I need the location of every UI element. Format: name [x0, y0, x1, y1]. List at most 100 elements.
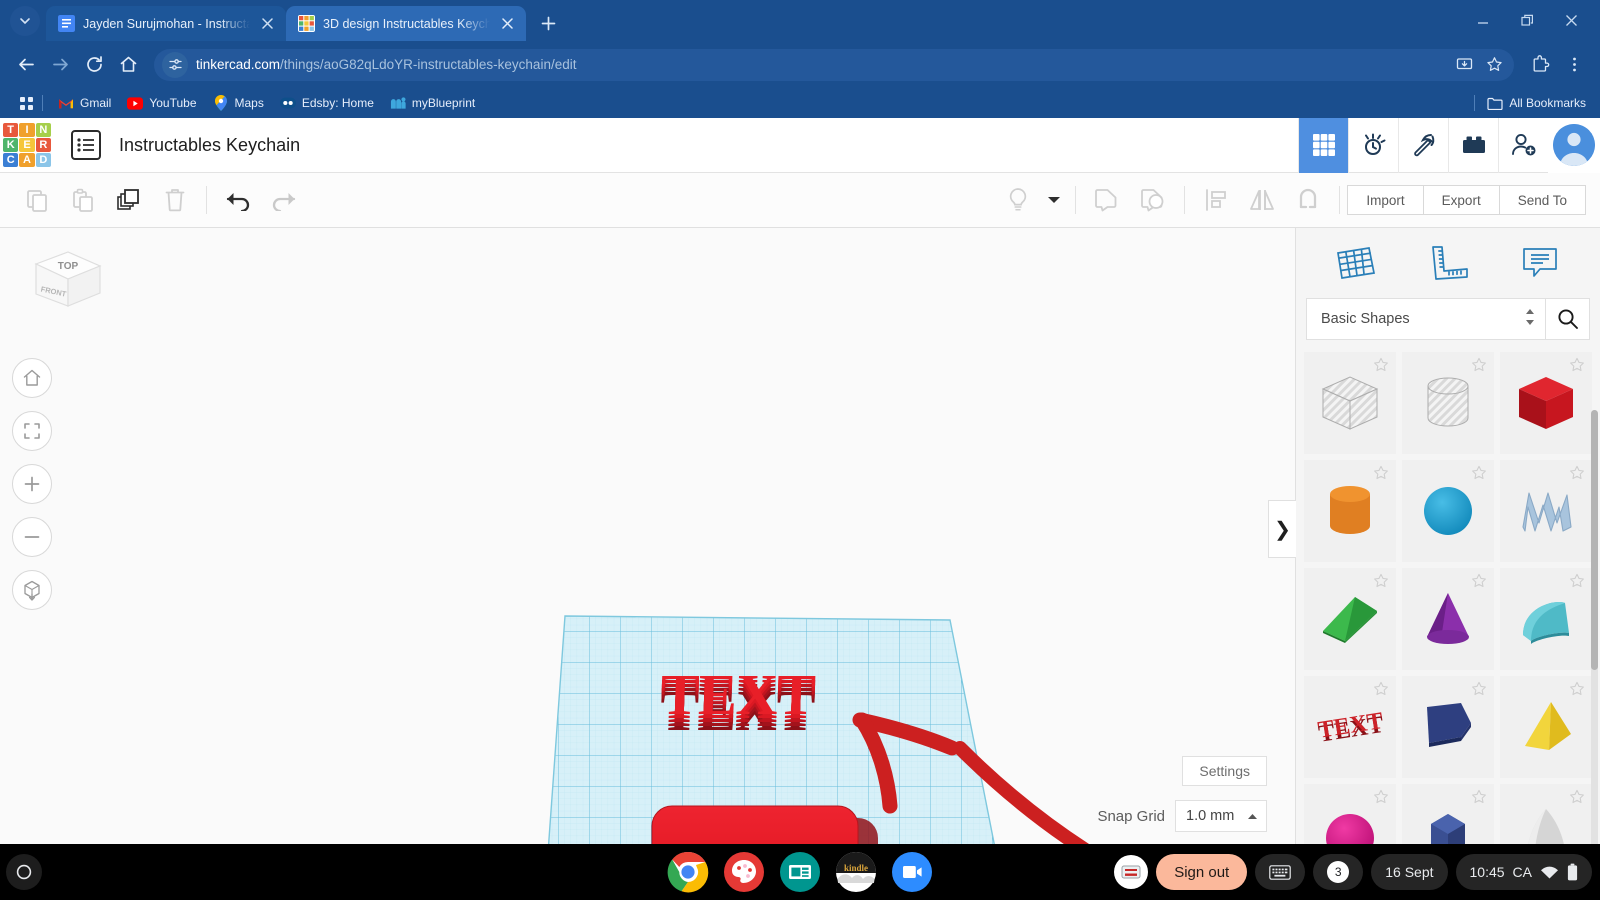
ruler-tool-icon[interactable] — [1418, 238, 1478, 288]
mirror-icon[interactable] — [1239, 180, 1285, 220]
kindle-icon[interactable]: kindle — [835, 851, 877, 893]
favorite-star-icon[interactable] — [1373, 465, 1389, 486]
extensions-icon[interactable] — [1524, 49, 1556, 81]
bookmark-star-icon[interactable] — [1480, 51, 1508, 79]
favorite-star-icon[interactable] — [1569, 465, 1585, 486]
paste-icon[interactable] — [60, 180, 106, 220]
forward-icon[interactable] — [44, 49, 76, 81]
shape-text-red[interactable]: TEXT TEXT — [1304, 676, 1396, 778]
shape-prism-blue[interactable] — [1402, 784, 1494, 852]
launcher-icon[interactable] — [6, 854, 42, 890]
sign-out-button[interactable]: Sign out — [1156, 854, 1247, 890]
shape-sphere-magenta[interactable] — [1304, 784, 1396, 852]
shape-cone-purple[interactable] — [1402, 568, 1494, 670]
shape-category-select[interactable]: Basic Shapes — [1306, 298, 1546, 340]
send-to-button[interactable]: Send To — [1499, 185, 1586, 215]
page-title[interactable]: Instructables Keychain — [119, 135, 300, 156]
undo-icon[interactable] — [215, 180, 261, 220]
magnet-icon[interactable] — [1285, 180, 1331, 220]
redo-icon[interactable] — [261, 180, 307, 220]
favorite-star-icon[interactable] — [1569, 573, 1585, 594]
shape-pyramid-yellow[interactable] — [1500, 676, 1592, 778]
pickaxe-icon[interactable] — [1398, 118, 1448, 173]
avatar[interactable] — [1548, 118, 1600, 173]
copy-icon[interactable] — [14, 180, 60, 220]
lightbulb-icon[interactable] — [995, 180, 1041, 220]
3d-canvas[interactable]: TOP FRONT — [0, 228, 1295, 844]
keyboard-icon[interactable] — [1255, 854, 1305, 890]
snap-grid-select[interactable]: 1.0 mm — [1175, 800, 1267, 832]
site-settings-icon[interactable] — [162, 52, 188, 78]
add-person-icon[interactable] — [1498, 118, 1548, 173]
tinkercad-logo[interactable]: T I N K E R C A D — [3, 123, 51, 167]
codeblocks-icon[interactable] — [1348, 118, 1398, 173]
bookmark-gmail[interactable]: Gmail — [51, 91, 118, 115]
workplane-tool-icon[interactable] — [1326, 238, 1386, 288]
lego-brick-icon[interactable] — [1448, 118, 1498, 173]
home-icon[interactable] — [112, 49, 144, 81]
note-tool-icon[interactable] — [1510, 238, 1570, 288]
close-icon[interactable] — [1550, 6, 1592, 34]
date-display[interactable]: 16 Sept — [1371, 854, 1447, 890]
apps-grid-icon[interactable] — [18, 95, 34, 111]
project-menu-icon[interactable] — [71, 130, 101, 160]
trash-icon[interactable] — [152, 180, 198, 220]
shape-box-hole[interactable] — [1304, 352, 1396, 454]
bookmark-maps[interactable]: Maps — [206, 91, 271, 115]
shape-polygon-navy[interactable] — [1402, 676, 1494, 778]
import-button[interactable]: Import — [1347, 185, 1423, 215]
zoom-icon[interactable] — [891, 851, 933, 893]
shape-scribble[interactable] — [1500, 460, 1592, 562]
favorite-star-icon[interactable] — [1471, 465, 1487, 486]
favorite-star-icon[interactable] — [1569, 789, 1585, 810]
panel-scrollbar[interactable] — [1591, 410, 1598, 880]
favorite-star-icon[interactable] — [1569, 681, 1585, 702]
chevron-down-icon[interactable] — [1041, 180, 1067, 220]
favorite-star-icon[interactable] — [1569, 357, 1585, 378]
user-account-icon[interactable] — [1114, 854, 1148, 890]
slides-icon[interactable] — [779, 851, 821, 893]
bookmark-youtube[interactable]: YouTube — [120, 91, 203, 115]
favorite-star-icon[interactable] — [1471, 681, 1487, 702]
browser-tab-2[interactable]: 3D design Instructables Keycha — [286, 6, 526, 41]
favorite-star-icon[interactable] — [1373, 573, 1389, 594]
favorite-star-icon[interactable] — [1373, 357, 1389, 378]
bookmark-myblueprint[interactable]: myBlueprint — [383, 91, 482, 115]
group-icon[interactable] — [1084, 180, 1130, 220]
close-icon[interactable] — [258, 15, 276, 33]
align-icon[interactable] — [1193, 180, 1239, 220]
shape-cylinder-orange[interactable] — [1304, 460, 1396, 562]
shape-roof-teal[interactable] — [1500, 568, 1592, 670]
all-bookmarks-button[interactable]: All Bookmarks — [1468, 95, 1590, 111]
status-tray[interactable]: 10:45 CA — [1456, 854, 1593, 890]
omnibox[interactable]: tinkercad.com/things/aoG82qLdoYR-instruc… — [154, 49, 1514, 81]
favorite-star-icon[interactable] — [1471, 357, 1487, 378]
restore-icon[interactable] — [1506, 6, 1548, 34]
close-icon[interactable] — [498, 15, 516, 33]
minimize-icon[interactable] — [1462, 6, 1504, 34]
workplane-scene[interactable]: TEXT TEXT TEXT TEXT TEXT Workplane — [0, 228, 1295, 844]
grid-icon[interactable] — [1298, 118, 1348, 173]
panel-collapse-button[interactable]: ❯ — [1268, 500, 1296, 558]
install-app-icon[interactable] — [1450, 51, 1478, 79]
shape-cylinder-hole[interactable] — [1402, 352, 1494, 454]
settings-button[interactable]: Settings — [1182, 756, 1267, 786]
search-icon[interactable] — [1546, 298, 1590, 340]
ungroup-icon[interactable] — [1130, 180, 1176, 220]
paint-palette-icon[interactable] — [723, 851, 765, 893]
chrome-icon[interactable] — [667, 851, 709, 893]
shape-box-red[interactable] — [1500, 352, 1592, 454]
tab-search-chevron-icon[interactable] — [10, 6, 40, 36]
favorite-star-icon[interactable] — [1471, 573, 1487, 594]
export-button[interactable]: Export — [1423, 185, 1500, 215]
favorite-star-icon[interactable] — [1471, 789, 1487, 810]
chrome-menu-icon[interactable] — [1558, 49, 1590, 81]
back-icon[interactable] — [10, 49, 42, 81]
shape-paraboloid-gray[interactable] — [1500, 784, 1592, 852]
duplicate-icon[interactable] — [106, 180, 152, 220]
new-tab-button[interactable] — [534, 9, 562, 37]
shape-wedge-green[interactable] — [1304, 568, 1396, 670]
reload-icon[interactable] — [78, 49, 110, 81]
shape-sphere-blue[interactable] — [1402, 460, 1494, 562]
favorite-star-icon[interactable] — [1373, 789, 1389, 810]
